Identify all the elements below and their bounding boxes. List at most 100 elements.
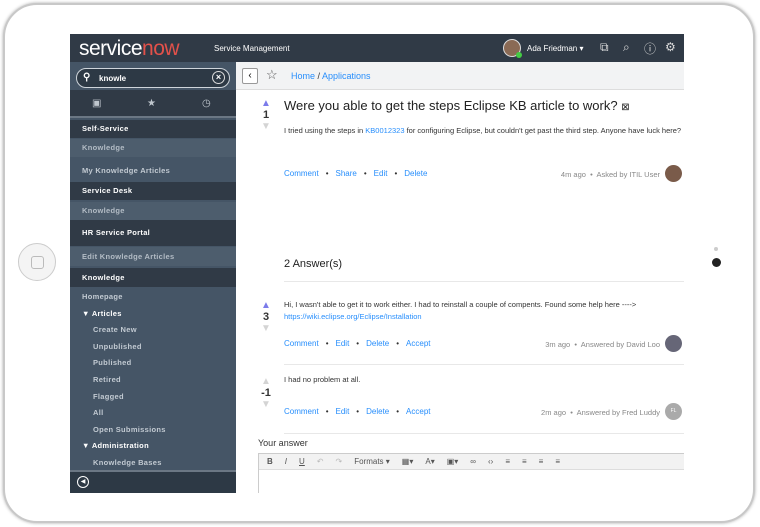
bg-color-icon[interactable]: ▣▾ — [447, 457, 459, 466]
sidebar-item[interactable]: Published — [70, 355, 236, 371]
home-button[interactable] — [18, 243, 56, 281]
connect-icon[interactable]: ⧉ — [600, 40, 609, 55]
text-color-icon[interactable]: A▾ — [425, 457, 434, 466]
sidebar-item[interactable]: Unpublished — [70, 339, 236, 355]
subscribe-icon[interactable]: ⊠ — [621, 102, 629, 113]
online-indicator — [516, 52, 522, 58]
divider — [284, 433, 684, 434]
sidebar-item[interactable]: ▼ Administration — [70, 438, 236, 454]
accept-link[interactable]: Accept — [406, 339, 430, 348]
sidebar-item[interactable]: Flagged — [70, 389, 236, 405]
your-answer-label: Your answer — [258, 438, 308, 448]
italic-icon[interactable]: I — [285, 457, 287, 466]
sidebar-item[interactable]: Homepage — [70, 289, 236, 305]
sidebar-item[interactable]: Create New — [70, 322, 236, 338]
separator: • — [325, 169, 329, 178]
upvote-icon[interactable]: ▲ — [256, 376, 276, 387]
sidebar-item[interactable]: Service Desk — [70, 182, 236, 200]
kb-link[interactable]: KB0012323 — [365, 126, 404, 135]
edit-link[interactable]: Edit — [374, 169, 388, 178]
delete-link[interactable]: Delete — [366, 339, 389, 348]
product-name: Service Management — [214, 44, 290, 53]
sidebar-item[interactable]: My Knowledge Articles — [70, 162, 236, 180]
filter-icon: ⚲ — [83, 72, 91, 83]
downvote-icon[interactable]: ▼ — [256, 121, 276, 132]
accept-link[interactable]: Accept — [406, 407, 430, 416]
downvote-icon[interactable]: ▼ — [256, 323, 276, 334]
justify-icon[interactable]: ≡ — [555, 457, 560, 466]
clear-icon[interactable]: × — [212, 71, 225, 84]
upvote-icon[interactable]: ▲ — [256, 300, 276, 311]
editor-toolbar: B I U ↶ ↷ Formats ▾ ▦▾ A▾ ▣▾ ∞ ‹› ≡ ≡ ≡ ≡ — [259, 454, 684, 470]
question-title: Were you able to get the steps Eclipse K… — [284, 98, 630, 113]
filter-value: knowle — [99, 74, 127, 83]
answer-body: Hi, I wasn't able to get it to work eith… — [284, 300, 637, 321]
sidebar-item[interactable]: Knowledge Bases — [70, 455, 236, 471]
collapse-icon[interactable]: ◀ — [77, 476, 89, 488]
upvote-icon[interactable]: ▲ — [256, 98, 276, 109]
answers-heading: 2 Answer(s) — [284, 258, 343, 270]
downvote-icon[interactable]: ▼ — [256, 399, 276, 410]
help-icon[interactable]: ⓘ — [644, 40, 656, 57]
search-icon[interactable]: ⌕ — [623, 40, 630, 55]
sidebar-item[interactable]: Knowledge — [70, 139, 236, 157]
table-icon[interactable]: ▦▾ — [402, 457, 414, 466]
sidebar-item[interactable]: Edit Knowledge Articles — [70, 247, 236, 266]
user-name: Ada Friedman — [527, 44, 578, 53]
align-center-icon[interactable]: ≡ — [522, 457, 527, 466]
sidebar-item[interactable]: ▼ Articles — [70, 306, 236, 322]
sidebar-item[interactable]: Retired — [70, 372, 236, 388]
undo-icon[interactable]: ↶ — [317, 457, 324, 466]
separator: • — [394, 169, 398, 178]
back-button[interactable]: ‹ — [242, 68, 258, 84]
sidebar-footer: ◀ — [70, 470, 236, 493]
sidebar: ⚲ knowle × ▣ ★ ◷ Self-Service Knowledge My K… — [70, 62, 236, 493]
answer-actions: Comment • Edit • Delete • Accept — [284, 407, 431, 416]
sidebar-item[interactable]: Open Submissions — [70, 422, 236, 438]
breadcrumb-home[interactable]: Home — [291, 71, 315, 81]
filter-input[interactable]: ⚲ knowle × — [76, 68, 230, 88]
sensor — [714, 247, 718, 251]
logo[interactable]: servicenow — [79, 37, 180, 61]
share-link[interactable]: Share — [336, 169, 357, 178]
logo-text: service — [79, 37, 143, 60]
delete-link[interactable]: Delete — [404, 169, 427, 178]
edit-link[interactable]: Edit — [336, 407, 350, 416]
comment-link[interactable]: Comment — [284, 407, 319, 416]
sidebar-item[interactable]: HR Service Portal — [70, 220, 236, 246]
sidebar-item[interactable]: All — [70, 405, 236, 421]
sidebar-item[interactable]: Knowledge — [70, 202, 236, 220]
main-content: ‹ ☆ Home / Applications ▲ 1 ▼ Were you a… — [236, 62, 684, 493]
separator: • — [325, 339, 329, 348]
sidebar-item[interactable]: Self-Service — [70, 120, 236, 138]
answer-editor[interactable]: B I U ↶ ↷ Formats ▾ ▦▾ A▾ ▣▾ ∞ ‹› ≡ ≡ ≡ ≡ — [258, 453, 684, 493]
sidebar-item[interactable]: Knowledge — [70, 268, 236, 287]
favorite-star-icon[interactable]: ☆ — [266, 67, 278, 83]
delete-link[interactable]: Delete — [366, 407, 389, 416]
avatar[interactable] — [503, 39, 522, 58]
breadcrumb-applications[interactable]: Applications — [322, 71, 371, 81]
fred-luddy-avatar: FL — [665, 403, 682, 420]
align-left-icon[interactable]: ≡ — [505, 457, 510, 466]
comment-link[interactable]: Comment — [284, 169, 319, 178]
separator: • — [356, 407, 360, 416]
tab-history-icon[interactable]: ◷ — [202, 98, 211, 109]
answer-actions: Comment • Edit • Delete • Accept — [284, 339, 431, 348]
align-right-icon[interactable]: ≡ — [539, 457, 544, 466]
redo-icon[interactable]: ↷ — [336, 457, 343, 466]
eclipse-link[interactable]: https://wiki.eclipse.org/Eclipse/Install… — [284, 312, 422, 321]
tab-all-apps-icon[interactable]: ▣ — [92, 98, 101, 109]
formats-dropdown[interactable]: Formats ▾ — [354, 457, 390, 466]
user-menu[interactable]: Ada Friedman ▾ — [527, 44, 584, 53]
code-icon[interactable]: ‹› — [488, 457, 493, 466]
question-vote: ▲ 1 ▼ — [256, 98, 276, 132]
comment-link[interactable]: Comment — [284, 339, 319, 348]
tab-favorites-icon[interactable]: ★ — [147, 98, 156, 109]
bold-icon[interactable]: B — [267, 457, 273, 466]
link-icon[interactable]: ∞ — [470, 457, 476, 466]
divider — [284, 364, 684, 365]
underline-icon[interactable]: U — [299, 457, 305, 466]
separator: • — [396, 407, 400, 416]
edit-link[interactable]: Edit — [336, 339, 350, 348]
gear-icon[interactable]: ⚙ — [665, 40, 676, 54]
